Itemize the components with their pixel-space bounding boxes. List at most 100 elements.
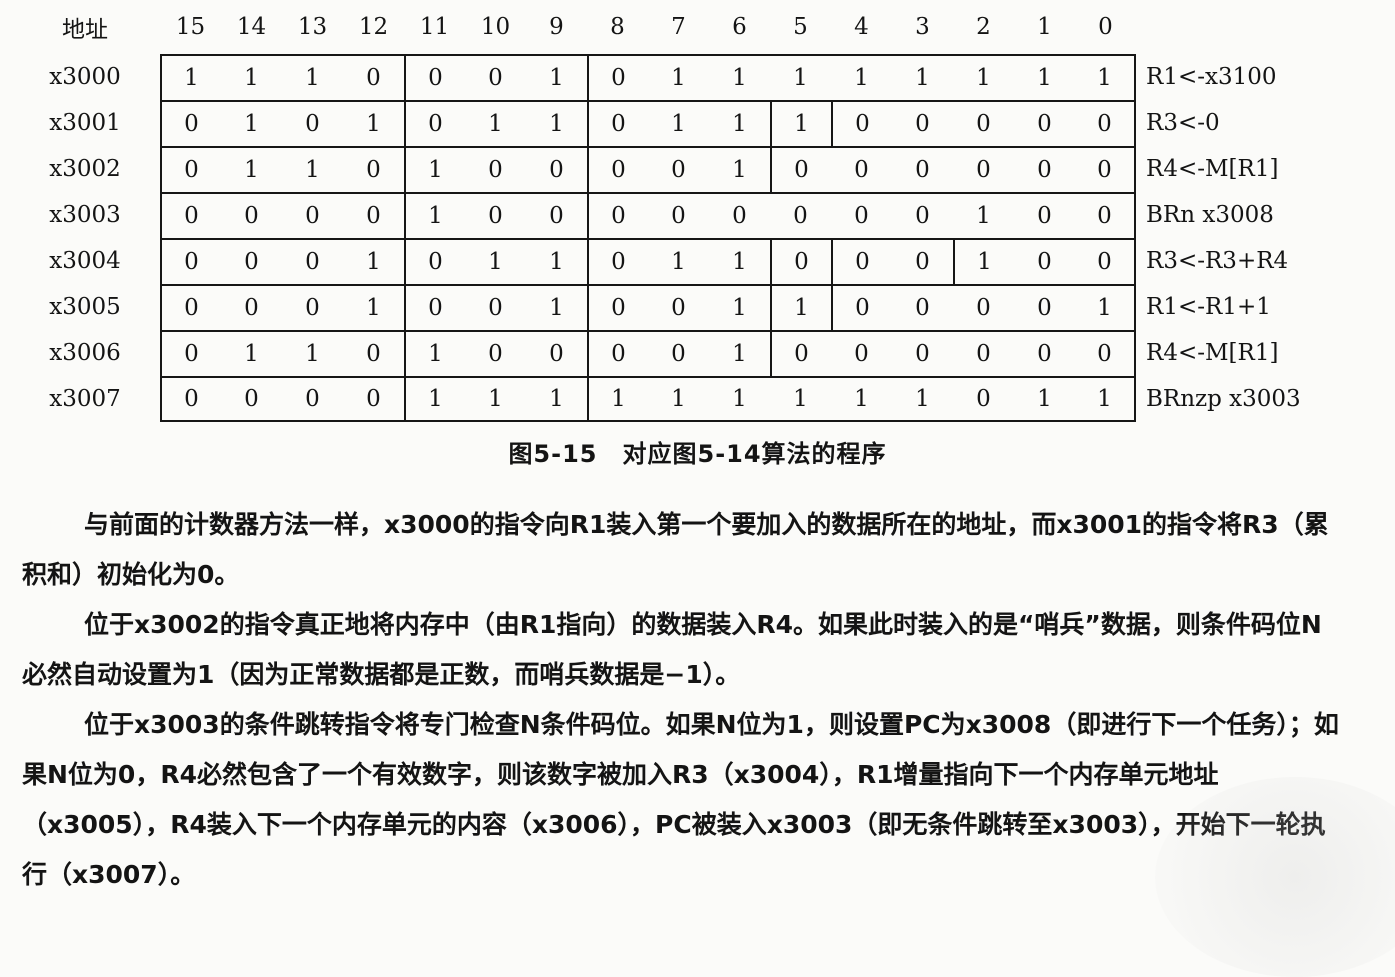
bit-cell: 0 [1014, 330, 1075, 376]
bit-cell: 1 [404, 330, 465, 376]
bit-cell: 0 [1014, 284, 1075, 330]
bit-cell: 0 [831, 100, 892, 146]
bit-cell: 0 [1014, 192, 1075, 238]
bit-cell: 0 [587, 54, 648, 100]
bit-cell: 0 [953, 100, 1014, 146]
row-comment: R4<-M[R1] [1146, 156, 1279, 182]
bit-cell: 0 [953, 330, 1014, 376]
header-bit-2: 2 [976, 14, 991, 40]
header-spacer [1136, 0, 1371, 54]
bit-cell: 0 [892, 284, 953, 330]
bit-cell: 0 [892, 100, 953, 146]
bit-cell: 0 [160, 238, 221, 284]
bit-cell: 1 [282, 330, 343, 376]
bit-cell: 1 [526, 284, 587, 330]
bit-cell: 1 [343, 100, 404, 146]
bit-cell: 1 [282, 146, 343, 192]
bit-cell: 0 [282, 238, 343, 284]
bit-cell: 0 [587, 100, 648, 146]
bit-cell: 0 [892, 146, 953, 192]
bit-cell: 0 [465, 146, 526, 192]
bit-cell: 0 [587, 146, 648, 192]
bit-cell: 0 [1014, 100, 1075, 146]
bit-cell: 0 [160, 192, 221, 238]
row-comment: R4<-M[R1] [1146, 340, 1279, 366]
bit-cell: 0 [160, 146, 221, 192]
row-comment: R1<-x3100 [1146, 64, 1277, 90]
bit-cell: 1 [831, 54, 892, 100]
row-address: x3003 [49, 202, 121, 228]
bit-cell: 0 [404, 100, 465, 146]
bit-cell: 1 [1075, 54, 1136, 100]
header-bit-10: 10 [480, 14, 511, 40]
bit-cell: 0 [770, 192, 831, 238]
bit-cell: 1 [709, 146, 770, 192]
bit-cell: 0 [770, 146, 831, 192]
bit-cell: 0 [1075, 330, 1136, 376]
row-address: x3001 [49, 110, 121, 136]
bit-cell: 1 [343, 238, 404, 284]
bit-cell: 1 [709, 54, 770, 100]
bit-cell: 1 [526, 376, 587, 422]
bit-cell: 1 [465, 238, 526, 284]
bit-cell: 0 [465, 284, 526, 330]
bit-cell: 0 [1014, 146, 1075, 192]
bit-cell: 0 [404, 238, 465, 284]
header-bit-8: 8 [610, 14, 625, 40]
bit-cell: 1 [953, 192, 1014, 238]
bit-cell: 0 [343, 192, 404, 238]
header-bit-15: 15 [175, 14, 206, 40]
bit-cell: 0 [587, 192, 648, 238]
figure-caption: 图5-15 对应图5-14算法的程序 [508, 440, 887, 468]
bit-cell: 0 [770, 330, 831, 376]
row-comment: BRn x3008 [1146, 202, 1274, 228]
bit-cell: 0 [282, 284, 343, 330]
bit-cell: 0 [587, 330, 648, 376]
row-comment: R3<-R3+R4 [1146, 248, 1289, 274]
bit-cell: 1 [892, 54, 953, 100]
bit-cell: 1 [465, 100, 526, 146]
bit-cell: 0 [648, 146, 709, 192]
bit-cell: 1 [648, 100, 709, 146]
paragraph-3: 位于x3003的条件跳转指令将专门检查N条件码位。如果N位为1，则设置PC为x3… [22, 710, 1339, 889]
bit-cell: 0 [770, 238, 831, 284]
bit-cell: 0 [892, 238, 953, 284]
bit-cell: 0 [221, 284, 282, 330]
bit-cell: 1 [831, 376, 892, 422]
bit-cell: 0 [282, 100, 343, 146]
bit-cell: 0 [953, 376, 1014, 422]
bit-cell: 0 [343, 376, 404, 422]
bit-cell: 0 [282, 376, 343, 422]
row-address: x3007 [49, 386, 121, 412]
bit-cell: 1 [1014, 54, 1075, 100]
header-bit-13: 13 [297, 14, 328, 40]
bit-cell: 0 [1075, 146, 1136, 192]
bit-cell: 0 [465, 330, 526, 376]
bit-cell: 0 [953, 284, 1014, 330]
row-address: x3004 [49, 248, 121, 274]
bit-cell: 1 [709, 376, 770, 422]
bit-cell: 0 [221, 192, 282, 238]
bit-cell: 1 [709, 100, 770, 146]
header-bit-9: 9 [549, 14, 564, 40]
bit-cell: 0 [831, 238, 892, 284]
bit-cell: 0 [404, 284, 465, 330]
bit-cell: 0 [587, 238, 648, 284]
bit-cell: 0 [892, 192, 953, 238]
bit-cell: 0 [526, 192, 587, 238]
row-address: x3000 [49, 64, 121, 90]
bit-cell: 0 [1075, 192, 1136, 238]
body-text: 与前面的计数器方法一样，x3000的指令向R1装入第一个要加入的数据所在的地址，… [22, 500, 1342, 900]
bit-cell: 1 [770, 100, 831, 146]
paragraph-2: 位于x3002的指令真正地将内存中（由R1指向）的数据装入R4。如果此时装入的是… [22, 610, 1322, 689]
bit-cell: 1 [770, 54, 831, 100]
bit-cell: 0 [648, 284, 709, 330]
row-comment: R3<-0 [1146, 110, 1220, 136]
bit-cell: 0 [221, 238, 282, 284]
instruction-table: 地址 15 14 13 12 11 10 9 8 7 6 5 4 3 2 1 0 x3000 1 1 1 0 0 0 1 0 1 1 1… [0, 0, 1371, 422]
header-bit-5: 5 [793, 14, 808, 40]
bit-cell: 1 [709, 330, 770, 376]
header-bit-4: 4 [854, 14, 869, 40]
bit-cell: 1 [221, 54, 282, 100]
header-bit-3: 3 [915, 14, 930, 40]
